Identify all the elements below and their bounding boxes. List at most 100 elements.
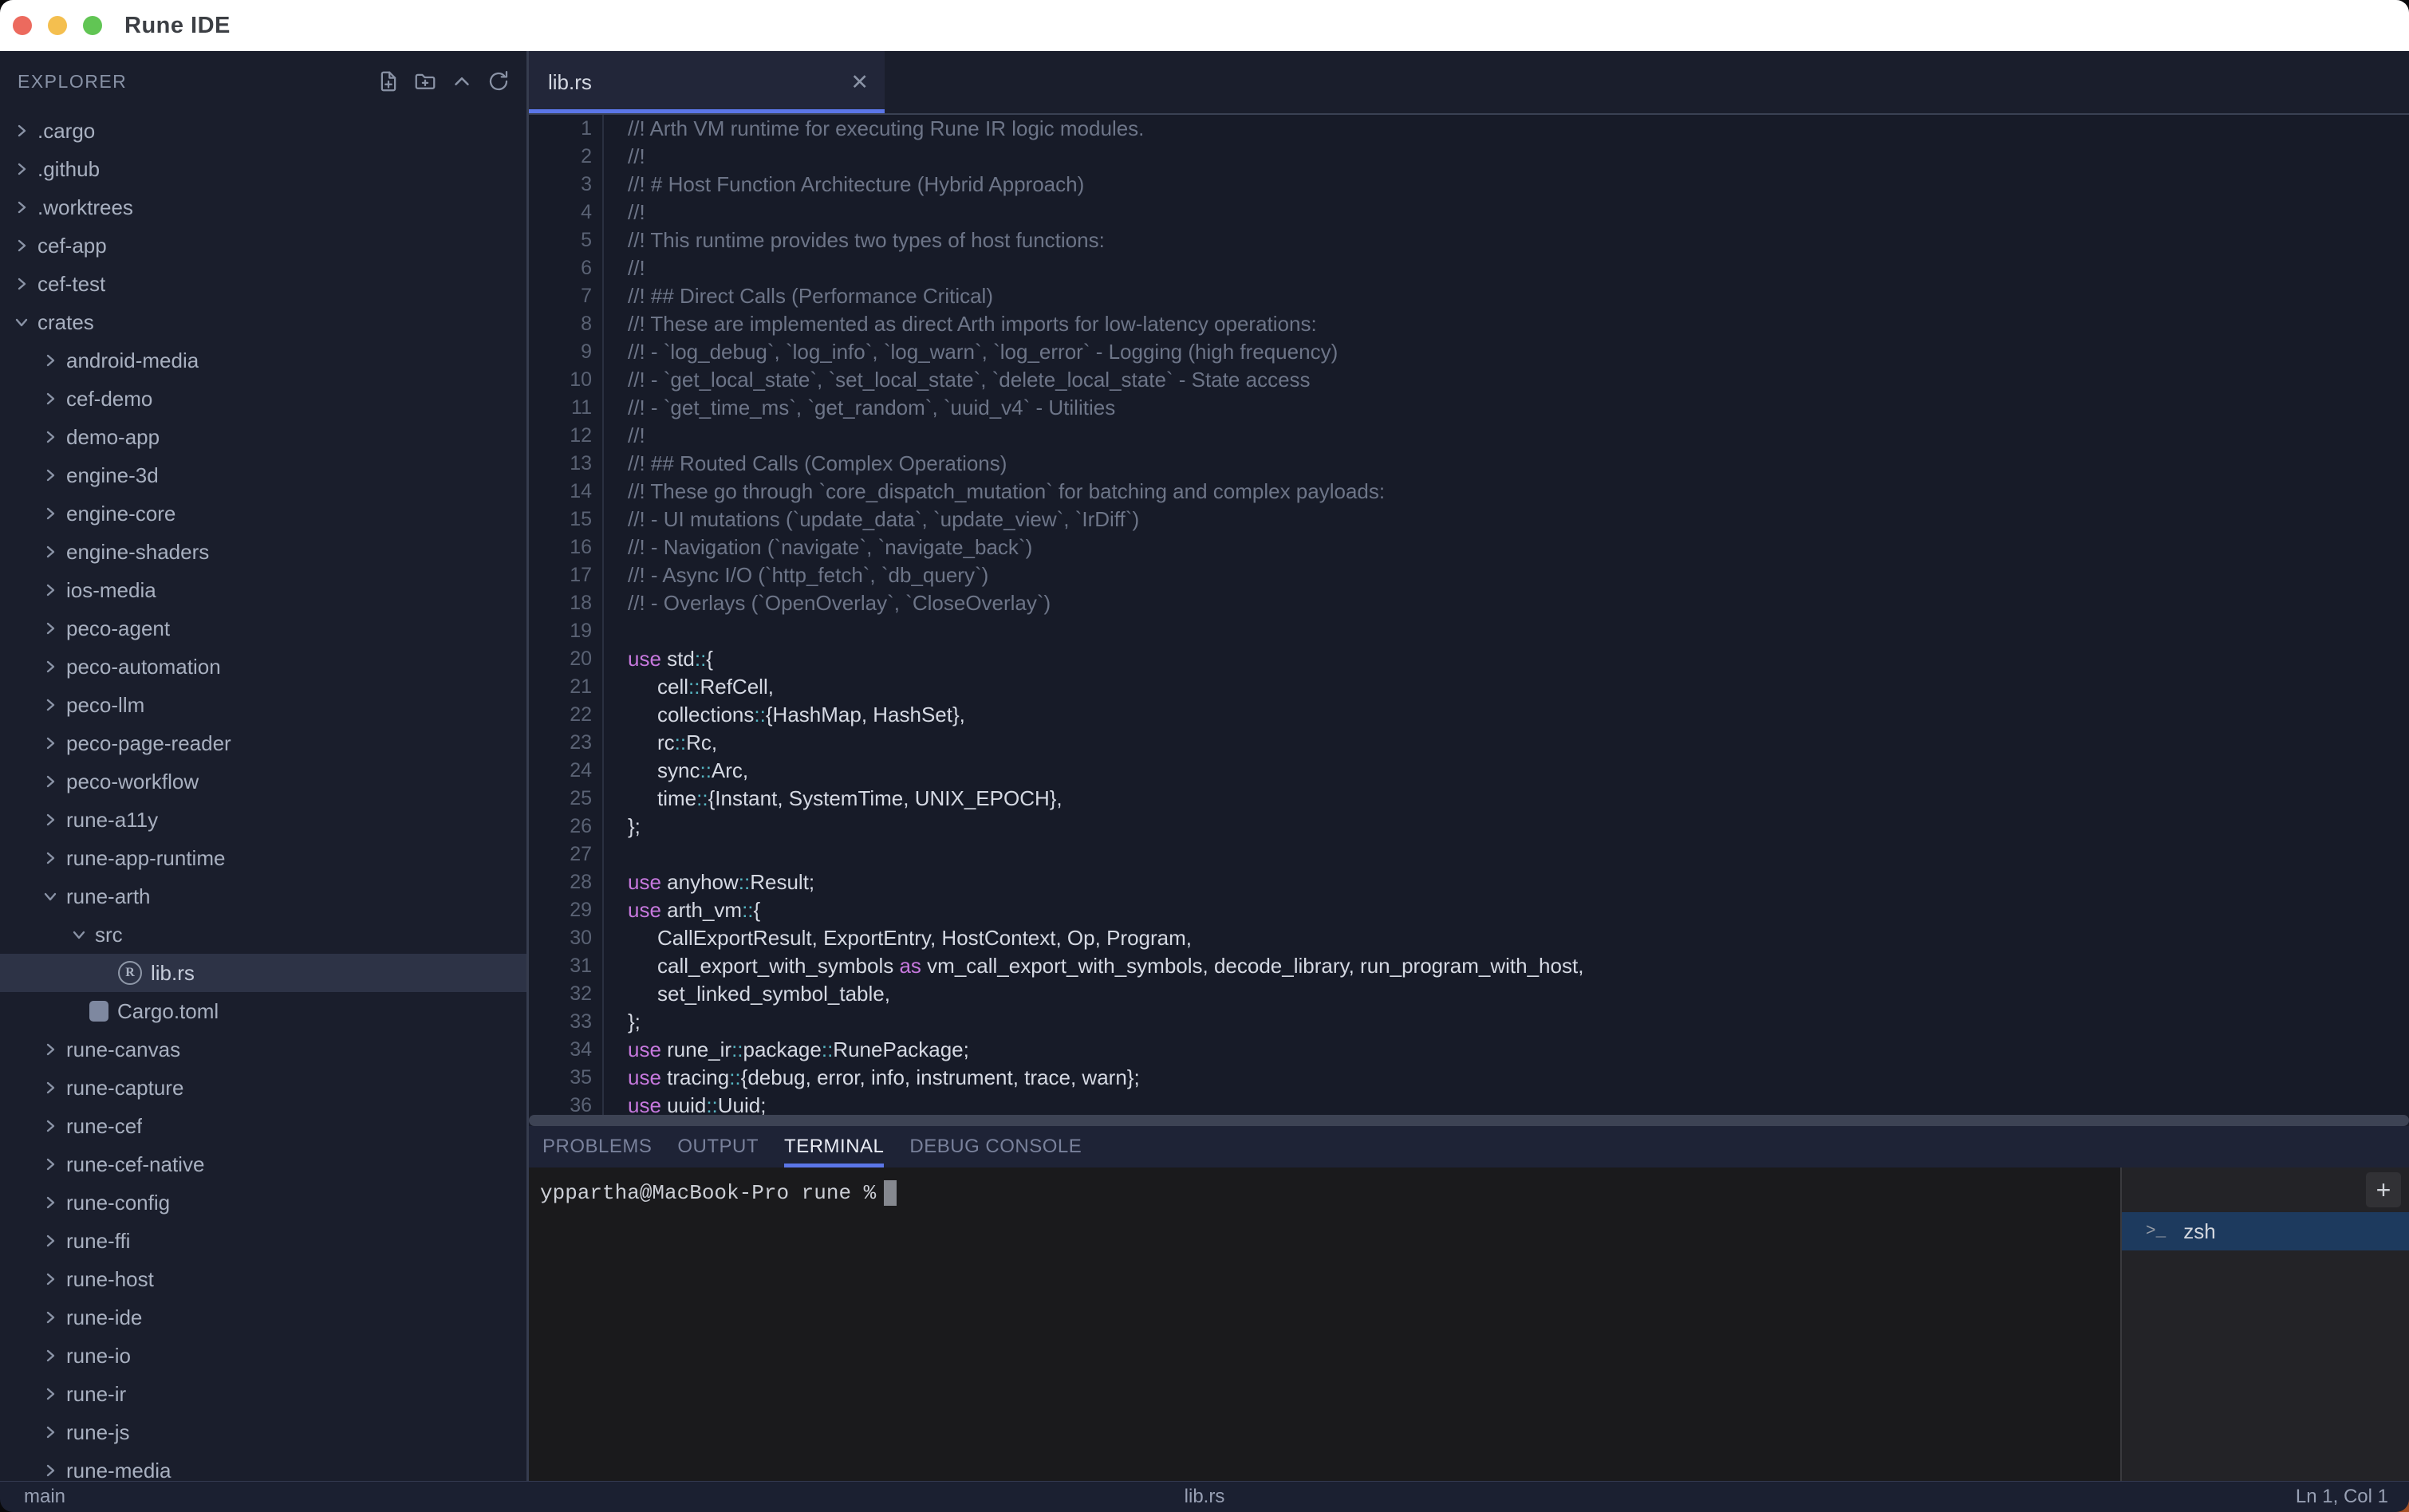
tree-item-label: rune-host [66,1267,154,1292]
panel-tab-debug-console[interactable]: DEBUG CONSOLE [909,1126,1082,1167]
tree-item-peco-llm[interactable]: peco-llm [0,686,526,724]
tree-item-src[interactable]: src [0,915,526,954]
code-line: 22collections::{HashMap, HashSet}, [529,701,2409,729]
chevron-right-icon [41,696,59,714]
new-terminal-button[interactable]: + [2366,1172,2401,1207]
tree-item-cef-test[interactable]: cef-test [0,265,526,303]
chevron-right-icon [13,275,30,293]
chevron-right-icon [41,1423,59,1441]
tree-item-label: rune-js [66,1420,129,1445]
code-text: rc::Rc, [592,729,717,757]
new-folder-icon[interactable] [413,69,437,93]
tree-item-ios-media[interactable]: ios-media [0,571,526,609]
line-number: 11 [529,394,592,422]
line-number: 7 [529,282,592,310]
code-text: //! - Overlays (`OpenOverlay`, `CloseOve… [592,589,1051,617]
code-editor[interactable]: 1//! Arth VM runtime for executing Rune … [529,115,2409,1115]
close-window-button[interactable] [13,16,32,35]
tree-item-rune-canvas[interactable]: rune-canvas [0,1030,526,1069]
rust-file-icon: R [118,961,142,985]
tree-item-rune-ffi[interactable]: rune-ffi [0,1222,526,1260]
tree-item-rune-media[interactable]: rune-media [0,1451,526,1481]
tree-item-cargo-toml[interactable]: Cargo.toml [0,992,526,1030]
close-icon[interactable]: ✕ [850,72,869,93]
tree-item-worktrees[interactable]: .worktrees [0,188,526,226]
tree-item-engine-core[interactable]: engine-core [0,494,526,533]
code-line: 9//! - `log_debug`, `log_info`, `log_war… [529,338,2409,366]
tree-item-engine-3d[interactable]: engine-3d [0,456,526,494]
tree-item-rune-host[interactable]: rune-host [0,1260,526,1298]
minimize-window-button[interactable] [48,16,67,35]
tree-item-rune-ir[interactable]: rune-ir [0,1375,526,1413]
terminal[interactable]: yppartha@MacBook-Pro rune % [529,1167,2120,1482]
tree-item-rune-cef-native[interactable]: rune-cef-native [0,1145,526,1183]
tree-item-label: rune-config [66,1191,170,1215]
maximize-window-button[interactable] [83,16,102,35]
tree-item-demo-app[interactable]: demo-app [0,418,526,456]
panel-tab-output[interactable]: OUTPUT [677,1126,759,1167]
tree-item-rune-js[interactable]: rune-js [0,1413,526,1451]
tree-item-rune-a11y[interactable]: rune-a11y [0,801,526,839]
line-number: 18 [529,589,592,617]
new-file-icon[interactable] [377,69,400,93]
panel-tab-problems[interactable]: PROBLEMS [542,1126,652,1167]
code-line: 2//! [529,143,2409,171]
tree-item-rune-cef[interactable]: rune-cef [0,1107,526,1145]
tree-item-rune-arth[interactable]: rune-arth [0,877,526,915]
code-line: 23rc::Rc, [529,729,2409,757]
tab-lib-rs[interactable]: lib.rs ✕ [529,51,885,113]
code-line: 24sync::Arc, [529,757,2409,785]
line-number: 30 [529,924,592,952]
code-line: 31call_export_with_symbols as vm_call_ex… [529,952,2409,980]
tree-item-label: cef-test [37,272,105,297]
chevron-down-icon [13,313,30,331]
tree-item-rune-io[interactable]: rune-io [0,1337,526,1375]
terminal-session-toolbar: + [2122,1167,2409,1212]
tree-item-rune-ide[interactable]: rune-ide [0,1298,526,1337]
code-text: //! These are implemented as direct Arth… [592,310,1317,338]
collapse-all-icon[interactable] [450,69,474,93]
tree-item-cargo[interactable]: .cargo [0,112,526,150]
tree-item-rune-config[interactable]: rune-config [0,1183,526,1222]
tree-item-label: ios-media [66,578,156,603]
panel-tab-terminal[interactable]: TERMINAL [784,1126,884,1167]
line-number: 14 [529,478,592,506]
code-line: 29use arth_vm::{ [529,896,2409,924]
tree-item-label: rune-arth [66,884,151,909]
tree-item-peco-workflow[interactable]: peco-workflow [0,762,526,801]
line-number: 3 [529,171,592,199]
tree-item-rune-capture[interactable]: rune-capture [0,1069,526,1107]
terminal-session-list: + >_zsh [2122,1167,2409,1482]
code-line: 33}; [529,1008,2409,1036]
tree-item-rune-app-runtime[interactable]: rune-app-runtime [0,839,526,877]
tree-item-peco-page-reader[interactable]: peco-page-reader [0,724,526,762]
tree-item-label: peco-page-reader [66,731,231,756]
terminal-session-zsh[interactable]: >_zsh [2122,1212,2409,1250]
chevron-right-icon [41,543,59,561]
prompt-text: yppartha@MacBook-Pro rune % [540,1181,876,1205]
tab-label: lib.rs [548,70,592,95]
refresh-icon[interactable] [487,69,511,93]
code-text: time::{Instant, SystemTime, UNIX_EPOCH}, [592,785,1063,813]
tree-item-peco-automation[interactable]: peco-automation [0,648,526,686]
code-text: //! - `log_debug`, `log_info`, `log_warn… [592,338,1338,366]
chevron-right-icon [41,505,59,522]
tree-item-android-media[interactable]: android-media [0,341,526,380]
tree-item-cef-app[interactable]: cef-app [0,226,526,265]
line-number: 26 [529,813,592,841]
panel-tab-bar: PROBLEMS OUTPUT TERMINAL DEBUG CONSOLE [529,1126,2409,1167]
code-line: 19 [529,617,2409,645]
chevron-down-icon [70,926,88,943]
tree-item-peco-agent[interactable]: peco-agent [0,609,526,648]
cursor-position[interactable]: Ln 1, Col 1 [2296,1486,2409,1508]
tree-item-github[interactable]: .github [0,150,526,188]
tree-item-lib-rs[interactable]: Rlib.rs [0,954,526,992]
code-text: collections::{HashMap, HashSet}, [592,701,965,729]
tree-item-crates[interactable]: crates [0,303,526,341]
scrollbar-thumb[interactable] [529,1115,2409,1126]
tree-item-engine-shaders[interactable]: engine-shaders [0,533,526,571]
code-text: set_linked_symbol_table, [592,980,890,1008]
tree-item-cef-demo[interactable]: cef-demo [0,380,526,418]
session-label: zsh [2183,1219,2215,1244]
branch-indicator[interactable]: main [0,1486,65,1508]
